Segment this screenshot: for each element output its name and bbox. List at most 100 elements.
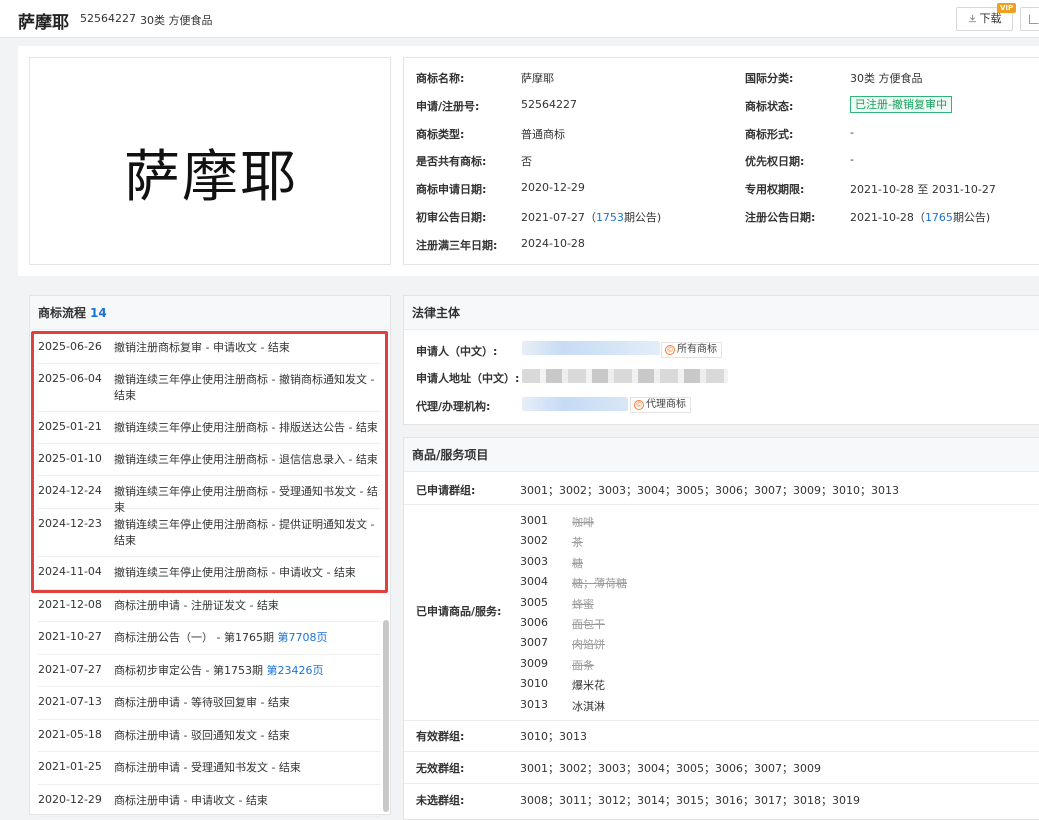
applicant-redacted [522,341,660,355]
flow-desc: 商标注册申请 - 申请收文 - 结束 [114,794,268,807]
form-value: - [850,126,854,139]
share-button[interactable] [1020,7,1039,31]
prelim-value: 2021-07-27（1753期公告) [521,211,662,224]
flow-item: 2020-12-29 商标注册申请 - 申请收文 - 结束 [38,785,380,817]
flow-desc: 商标注册申请 - 等待驳回复审 - 结束 [114,696,290,709]
trademark-icon: © [634,400,644,410]
flow-item: 2021-10-27 商标注册公告（一） - 第1765期 第7708页 [38,622,380,655]
flow-date: 2024-11-04 [38,565,102,578]
flow-item: 2021-12-08 商标注册申请 - 注册证发文 - 结束 [38,590,380,622]
goods-code: 3007 [520,636,548,650]
legal-entity-panel: 法律主体 申请人（中文）: © 所有商标 申请人地址（中文）: 代理/办理机构: … [403,295,1039,425]
download-icon [968,14,976,23]
all-trademarks-button[interactable]: © 所有商标 [661,342,722,358]
trademark-image: 萨摩耶 [124,145,298,210]
download-label: 下载 [979,12,1002,25]
flow-item: 2025-01-10 撤销连续三年停止使用注册商标 - 退信信息录入 - 结束 [38,444,380,476]
goods-code: 3005 [520,595,548,609]
name-value: 萨摩耶 [521,72,554,85]
type-value: 普通商标 [521,128,565,141]
prelim-issue-link[interactable]: 1753 [596,211,624,224]
trademark-flow-panel: 商标流程 14 2025-06-26 撤销注册商标复审 - 申请收文 - 结束 202… [29,295,391,817]
goods-name: 糖；薄荷糖 [572,577,627,591]
goods-code: 3002 [520,534,548,548]
goods-title: 商品/服务项目 [404,438,1039,472]
flow-date: 2021-10-27 [38,630,102,643]
flow-desc: 撤销连续三年停止使用注册商标 - 提供证明通知发文 - 结束 [114,518,375,547]
intl-class-value: 30类 方便食品 [850,72,923,85]
flow-item: 2021-07-27 商标初步审定公告 - 第1753期 第23426页 [38,655,380,687]
header-class: 30类 方便食品 [140,14,213,27]
flow-item: 2024-12-24 撤销连续三年停止使用注册商标 - 受理通知书发文 - 结束 [38,476,380,514]
flow-desc: 商标注册申请 - 驳回通知发文 - 结束 [114,729,290,742]
goods-name: 面包干 [572,618,605,631]
priority-label: 优先权日期: [745,155,805,168]
goods-code: 3006 [520,616,548,629]
exclusive-label: 专用权期限: [745,183,805,196]
groups-value: 3001；3002；3003；3004；3005；3006；3007；3009；… [520,484,899,497]
goods-code: 3009 [520,656,548,670]
regpub-value: 2021-10-28（1765期公告) [850,211,991,224]
status-badge: 已注册-撤销复审中 [850,96,952,113]
goods-name: 爆米花 [572,679,605,693]
flow-date: 2024-12-24 [38,484,102,497]
flow-date: 2020-12-29 [38,793,102,806]
prelim-label: 初审公告日期: [416,211,487,224]
goods-name: 面条 [572,658,594,672]
share-icon [1029,14,1039,24]
apply-date-value: 2020-12-29 [521,181,585,194]
header-reg-number: 52564227 [80,12,136,25]
regpub-issue-link[interactable]: 1765 [925,211,953,224]
exclusive-value: 2021-10-28 至 2031-10-27 [850,183,996,196]
flow-desc: 商标初步审定公告 - 第1753期 第23426页 [114,664,324,677]
goods-name: 肉馅饼 [572,638,605,652]
flow-item: 2025-06-04 撤销连续三年停止使用注册商标 - 撤销商标通知发文 - 结束 [38,364,380,412]
flow-scrollbar[interactable] [383,620,389,812]
flow-item: 2024-11-04 撤销连续三年停止使用注册商标 - 申请收文 - 结束 [38,557,380,590]
unselected-groups-value: 3008；3011；3012；3014；3015；3016；3017；3018；… [520,794,860,807]
flow-desc: 撤销连续三年停止使用注册商标 - 撤销商标通知发文 - 结束 [114,373,375,402]
flow-page-link[interactable]: 第23426页 [266,664,323,677]
flow-page-link[interactable]: 第7708页 [277,631,327,644]
flow-date: 2021-01-25 [38,760,102,773]
intl-class-label: 国际分类: [745,72,794,85]
trademark-image-box: 萨摩耶 [29,57,391,265]
flow-desc: 商标注册申请 - 注册证发文 - 结束 [114,599,279,612]
vip-badge: VIP [997,3,1017,13]
name-label: 商标名称: [416,72,465,85]
legal-title: 法律主体 [404,296,1039,330]
goods-name: 茶 [572,536,583,550]
flow-date: 2025-01-10 [38,452,102,465]
regno-value: 52564227 [521,98,577,111]
valid-groups-label: 有效群组: [416,730,465,743]
address-redacted [522,369,728,383]
status-label: 商标状态: [745,100,794,113]
three-year-value: 2024-10-28 [521,237,585,250]
flow-date: 2021-12-08 [38,598,102,611]
flow-item: 2025-06-26 撤销注册商标复审 - 申请收文 - 结束 [38,332,380,364]
goods-code: 3001 [520,514,548,527]
flow-count: 14 [90,306,107,320]
flow-desc: 商标注册公告（一） - 第1765期 第7708页 [114,631,328,644]
valid-groups-value: 3010；3013 [520,730,587,743]
flow-title: 商标流程 [38,306,87,320]
flow-date: 2021-05-18 [38,728,102,741]
groups-label: 已申请群组: [416,484,476,497]
three-year-label: 注册满三年日期: [416,239,498,252]
flow-desc: 撤销连续三年停止使用注册商标 - 退信信息录入 - 结束 [114,453,378,466]
apply-date-label: 商标申请日期: [416,183,487,196]
invalid-groups-label: 无效群组: [416,762,465,775]
invalid-groups-value: 3001；3002；3003；3004；3005；3006；3007；3009 [520,762,821,775]
flow-date: 2025-01-21 [38,420,102,433]
flow-item: 2021-01-25 商标注册申请 - 受理通知书发文 - 结束 [38,752,380,785]
address-label: 申请人地址（中文）: [416,372,520,385]
regpub-label: 注册公告日期: [745,211,816,224]
goods-code: 3004 [520,575,548,589]
goods-code: 3013 [520,697,548,711]
type-label: 商标类型: [416,128,465,141]
flow-date: 2024-12-23 [38,517,102,530]
flow-list: 2025-06-26 撤销注册商标复审 - 申请收文 - 结束 2025-06-04… [38,332,380,817]
goods-code: 3010 [520,677,548,691]
flow-desc: 撤销注册商标复审 - 申请收文 - 结束 [114,341,290,354]
agent-trademarks-button[interactable]: © 代理商标 [630,397,691,413]
